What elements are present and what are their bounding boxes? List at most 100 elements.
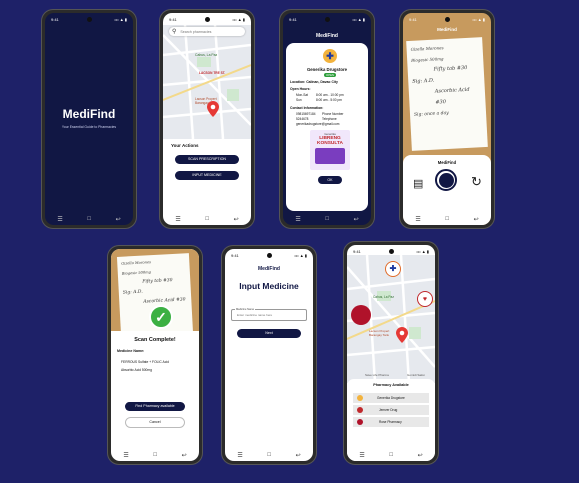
home-icon[interactable]: □ [325,216,329,222]
cancel-button[interactable]: Cancel [125,417,185,428]
status-time: 9:41 [353,248,361,254]
status-time: 9:41 [51,16,59,22]
list-item-label: Rose Pharmacy [379,420,402,424]
rotate-icon[interactable]: ↻ [471,174,482,190]
status-icons: ••• ▲ ▮ [416,248,429,254]
back-icon[interactable]: ↩ [296,452,301,459]
status-icons: ••• ▲ ▮ [352,16,365,22]
home-icon[interactable]: □ [205,216,209,222]
pharmacy-list-panel: Pharmacy Available Generika Drugstore Je… [347,379,435,461]
map-label: LACSON TRE ST. [199,71,226,75]
back-icon[interactable]: ↩ [474,216,479,223]
map-label: Cahus, La Paz [195,53,218,57]
nav-bar: ☰ □ ↩ [111,449,199,461]
camera-notch [444,17,450,22]
menu-icon[interactable]: ☰ [175,216,180,223]
status-icons: ••• ▲ ▮ [472,16,485,22]
prescription-note: Gizella Morones Biogesic 500mg Fifty tab… [406,37,488,151]
nav-bar: ☰ □ ↩ [403,213,491,225]
cross-icon: ✚ [326,50,334,61]
pharmacy-list-item-generika[interactable]: Generika Drugstore [353,393,429,403]
cross-icon: ✚ [389,264,397,273]
home-icon[interactable]: □ [267,452,271,458]
map-view[interactable]: Cahus, La Paz Lacson Propert Barangay Ta… [347,255,435,383]
splash-screen: 9:41 ••• ▲ ▮ MediFind Your Essential Gui… [45,13,133,225]
home-icon[interactable]: □ [445,216,449,222]
menu-icon[interactable]: ☰ [237,452,242,459]
splash-tagline: Your Essential Guide to Pharmacies [61,125,117,129]
status-icons: ••• ▲ ▮ [232,16,245,22]
location-pin-icon[interactable] [207,101,219,117]
map-label: Gomidi Salon [407,373,426,377]
pharmacy-name: Generika Drugstore [306,67,348,72]
back-icon[interactable]: ↩ [116,216,121,223]
status-time: 9:41 [409,16,417,22]
camera-notch [266,253,272,258]
camera-notch [204,17,210,22]
ad-banner: Generika LIBRENG KONSULTA [310,130,350,170]
medicine-name-field[interactable]: Medicine Name [231,308,309,321]
splash-title: MediFind [62,107,116,121]
nav-bar: ☰ □ ↩ [45,213,133,225]
list-title: Pharmacy Available [373,383,409,387]
list-item-label: Jemver Drug [379,408,398,412]
phone-pharmacy-list: 9:41 ••• ▲ ▮ Cahus, La Paz Lacson Proper… [344,242,438,464]
menu-icon[interactable]: ☰ [57,216,62,223]
note-line: Sig: once a day [413,110,449,118]
pharmacy-list-item-rose[interactable]: Rose Pharmacy [353,417,429,427]
jemver-logo-icon [357,407,363,413]
nav-bar: ☰ □ ↩ [225,449,313,461]
back-icon[interactable]: ↩ [182,452,187,459]
menu-icon[interactable]: ☰ [415,216,420,223]
home-icon[interactable]: □ [153,452,157,458]
panel-title: MediFind [437,160,457,165]
scan-camera-screen: 9:41 ••• ▲ ▮ MediFind Gizella Morones Bi… [403,13,491,225]
phone-scan-complete: Gizella Morones Biogesic 500mg Fifty tab… [108,246,202,464]
menu-icon[interactable]: ☰ [359,452,364,459]
search-bar[interactable]: ⚲ [169,27,245,36]
home-icon[interactable]: □ [87,216,91,222]
shutter-button[interactable] [435,169,457,191]
map-view[interactable]: Cahus, La Paz LACSON TRE ST. Lacson Prop… [163,25,251,139]
search-input[interactable] [178,28,243,35]
medicine-name-input[interactable] [235,312,309,318]
find-pharmacy-button[interactable]: Find Pharmacy available [125,402,185,411]
status-time: 9:41 [289,16,297,22]
jemver-map-marker[interactable]: ♥ [417,291,433,307]
back-icon[interactable]: ↩ [234,216,239,223]
phone-search: 9:41 ••• ▲ ▮ Cahus, La Paz LACSON TRE ST… [160,10,254,228]
nav-bar: ☰ □ ↩ [163,213,251,225]
input-medicine-button[interactable]: INPUT MEDICINE [175,171,239,180]
generika-logo: ✚ [323,49,337,63]
location-pin-icon[interactable] [396,327,408,343]
status-icons: ••• ▲ ▮ [114,16,127,22]
pharmacy-list-screen: 9:41 ••• ▲ ▮ Cahus, La Paz Lacson Proper… [347,245,435,461]
gallery-icon[interactable]: ▤ [413,177,423,190]
location-text: Location: Calinan, Davao City [290,80,338,84]
phone-input-medicine: 9:41 ••• ▲ ▮ MediFind Input Medicine Med… [222,246,316,464]
scan-prescription-button[interactable]: SCAN PRESCRIPTION [175,155,239,164]
phone-scan-camera: 9:41 ••• ▲ ▮ MediFind Gizella Morones Bi… [400,10,494,228]
pharmacy-detail-screen: 9:41 ••• ▲ ▮ MediFind ✚ Generika Drugsto… [283,13,371,225]
ok-button[interactable]: OK [318,176,342,184]
menu-icon[interactable]: ☰ [123,452,128,459]
generika-map-marker[interactable]: ✚ [385,261,401,277]
ad-title: LIBRENG KONSULTA [317,136,343,146]
next-button[interactable]: Next [237,329,301,338]
home-icon[interactable]: □ [389,452,393,458]
phone-splash: 9:41 ••• ▲ ▮ MediFind Your Essential Gui… [42,10,136,228]
hours-list: Mon-Sat 8:00 am - 10:00 pm Sun 8:00 am - 5… [296,93,344,103]
page-title: Input Medicine [239,281,299,291]
actions-title: Your Actions [171,143,199,148]
contact-row: generikadrugstore@gmail.com [296,122,340,126]
rose-pharmacy-map-marker[interactable] [351,305,371,325]
back-icon[interactable]: ↩ [418,452,423,459]
medicine-item: FERROUS Sulfate + FOLIC Acid [121,360,169,364]
back-icon[interactable]: ↩ [354,216,359,223]
hours-row: Sun 8:00 am - 5:00 pm [296,98,342,102]
pharmacy-list-item-jemver[interactable]: Jemver Drug [353,405,429,415]
search-screen: 9:41 ••• ▲ ▮ Cahus, La Paz LACSON TRE ST… [163,13,251,225]
camera-notch [324,17,330,22]
menu-icon[interactable]: ☰ [295,216,300,223]
generika-logo-icon [357,395,363,401]
